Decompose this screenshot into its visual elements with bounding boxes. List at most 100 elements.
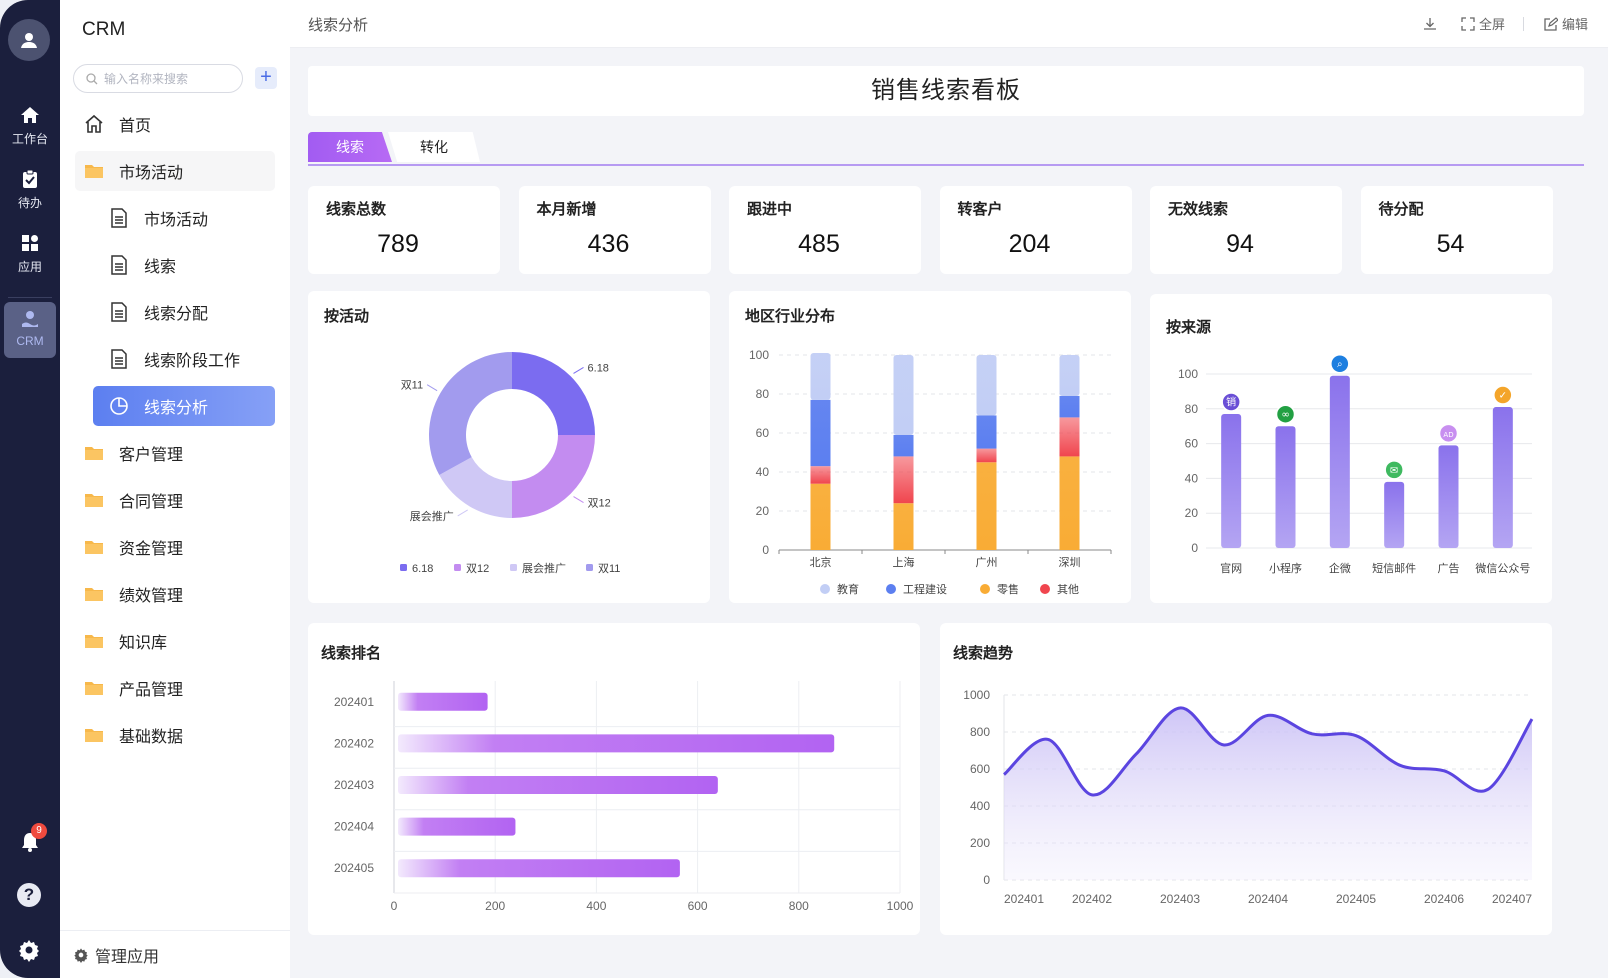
x-tick-label: 202404: [1248, 892, 1288, 906]
sidebar-item[interactable]: 基础数据: [75, 715, 275, 755]
legend-swatch: [820, 584, 830, 594]
y-tick-label: 202403: [334, 778, 374, 792]
folder-icon: [83, 489, 105, 511]
edit-label: 编辑: [1561, 17, 1588, 32]
kpi-label: 跟进中: [747, 201, 793, 218]
manage-apps-button[interactable]: 管理应用: [60, 930, 290, 978]
x-tick-label: 200: [485, 899, 505, 913]
house-icon: [83, 113, 105, 135]
help-icon[interactable]: ?: [17, 883, 41, 907]
y-tick-label: 0: [983, 873, 990, 887]
bar: [398, 692, 488, 711]
folder-icon: [83, 160, 105, 182]
fullscreen-button[interactable]: 全屏: [1461, 14, 1505, 33]
legend-swatch: [454, 564, 461, 571]
rail-label: 待办: [17, 196, 42, 210]
pie-slice: [512, 352, 595, 435]
bar: [1221, 414, 1242, 548]
ranking-bar-chart: 0 200 400 600 800 1000 202401 202402 202403 20240…: [334, 681, 914, 913]
bar-segment: [893, 503, 914, 550]
sidebar-item[interactable]: 客户管理: [75, 433, 275, 473]
user-avatar[interactable]: [8, 19, 50, 61]
x-tick-label: 202401: [1004, 892, 1044, 906]
trend-area: [1004, 707, 1532, 880]
rail-item-apps[interactable]: 应用: [0, 232, 60, 275]
bar: [1492, 407, 1513, 548]
sidebar-item[interactable]: 线索分配: [75, 292, 275, 332]
top-bar: 线索分析 全屏 编辑: [290, 0, 1608, 48]
sidebar-item-label: 产品管理: [119, 682, 184, 699]
kpi-card: 待分配 54: [1360, 186, 1553, 274]
sidebar-item-label: 合同管理: [119, 494, 184, 511]
y-tick-label: 800: [970, 725, 990, 739]
kpi-card: 线索总数 789: [308, 186, 500, 274]
kpi-card: 本月新增 436: [518, 186, 711, 274]
app-rail: 工作台 待办 应用 CRM 9 ?: [0, 0, 60, 978]
ad-badge-icon-glyph: AD: [1443, 431, 1453, 439]
source-bar-chart: 0 20 40 60 80 100 销官网 ∞ 小程序 ⌕ 企微 ✉ 短信邮件 AD 广告 ✓ 微信公众号: [1178, 353, 1532, 575]
document-icon: [108, 254, 130, 276]
document-icon: [108, 348, 130, 370]
y-tick-label: 100: [1178, 367, 1198, 381]
sidebar-item[interactable]: 绩效管理: [75, 574, 275, 614]
y-tick-label: 60: [756, 426, 770, 440]
sidebar-item[interactable]: 资金管理: [75, 527, 275, 567]
sidebar-item[interactable]: 线索: [75, 245, 275, 285]
legend-label: 展会推广: [522, 561, 566, 575]
settings-gear-icon[interactable]: [17, 938, 41, 962]
y-tick-label: 20: [756, 504, 770, 518]
bar-segment: [893, 355, 914, 435]
bar-segment: [810, 353, 831, 400]
y-tick-label: 80: [1185, 402, 1199, 416]
kpi-value: 436: [587, 230, 630, 258]
bar: [398, 859, 680, 878]
bar: [1384, 481, 1405, 548]
sidebar-item[interactable]: 知识库: [75, 621, 275, 661]
activity-chart-card: 按活动 6.18 双12 展会推广 双11 6.18 双12 展会推广 双11: [308, 291, 710, 603]
x-tick-label: 202402: [1072, 892, 1112, 906]
x-tick-label: 企微: [1329, 561, 1351, 575]
bar: [1438, 445, 1459, 548]
rail-item-todo[interactable]: 待办: [0, 168, 60, 211]
sidebar-item[interactable]: 市场活动: [75, 198, 275, 238]
y-tick-label: 1000: [963, 688, 990, 702]
gear-icon: [74, 947, 88, 963]
legend-label: 零售: [997, 582, 1019, 596]
add-button[interactable]: +: [255, 67, 277, 89]
home-icon: [21, 107, 39, 123]
sidebar-item[interactable]: 首页: [75, 104, 275, 144]
kpi-label: 本月新增: [536, 201, 597, 218]
sidebar-item[interactable]: 产品管理: [75, 668, 275, 708]
sidebar-item[interactable]: 线索阶段工作: [75, 339, 275, 379]
download-button[interactable]: [1423, 17, 1441, 31]
y-tick-label: 200: [970, 836, 990, 850]
tab-conversion[interactable]: 转化: [388, 132, 480, 162]
ranking-chart-card: 线索排名 0 200 400 600 800 1000 202401 202402 202403…: [308, 623, 920, 935]
folder-icon: [83, 724, 105, 746]
sidebar-item[interactable]: 线索分析: [93, 386, 275, 426]
pie-label: 双12: [588, 497, 611, 510]
toolbar-divider: [1522, 16, 1524, 31]
x-tick-label: 0: [391, 899, 398, 913]
legend-swatch: [400, 564, 407, 571]
kpi-value: 485: [798, 230, 840, 258]
bar: [398, 817, 516, 836]
sidebar-item[interactable]: 市场活动: [75, 151, 275, 191]
x-tick-label: 202406: [1424, 892, 1464, 906]
pie-leader-line: [426, 384, 438, 392]
dashboard: 销售线索看板 线索 转化 线索总数 789 本月新增 436 跟进中 485 转客户 204 无…: [308, 66, 1598, 971]
folder-icon: [83, 677, 105, 699]
edit-button[interactable]: 编辑: [1544, 14, 1588, 33]
sidebar-item-label: 市场活动: [144, 212, 209, 229]
sidebar-item[interactable]: 合同管理: [75, 480, 275, 520]
y-tick-label: 40: [1185, 471, 1199, 485]
bar-segment: [976, 355, 997, 416]
breadcrumb: 线索分析: [308, 17, 369, 34]
search-input[interactable]: [104, 71, 234, 86]
sidebar-nav: 首页 市场活动 市场活动 线索 线索分配 线索阶段工作 线索分析 客户管理 合同管理 资金管理 绩效…: [75, 104, 275, 762]
toolbar: 全屏 编辑: [1403, 14, 1588, 33]
rail-item-crm[interactable]: CRM: [4, 302, 56, 358]
tab-leads[interactable]: 线索: [308, 132, 392, 162]
rail-item-workbench[interactable]: 工作台: [0, 104, 60, 147]
region-chart-card: 地区行业分布 0 20 40 60 80 100 北京 上海 广州 深圳 教育 工程建设 零售 其他: [729, 291, 1131, 603]
